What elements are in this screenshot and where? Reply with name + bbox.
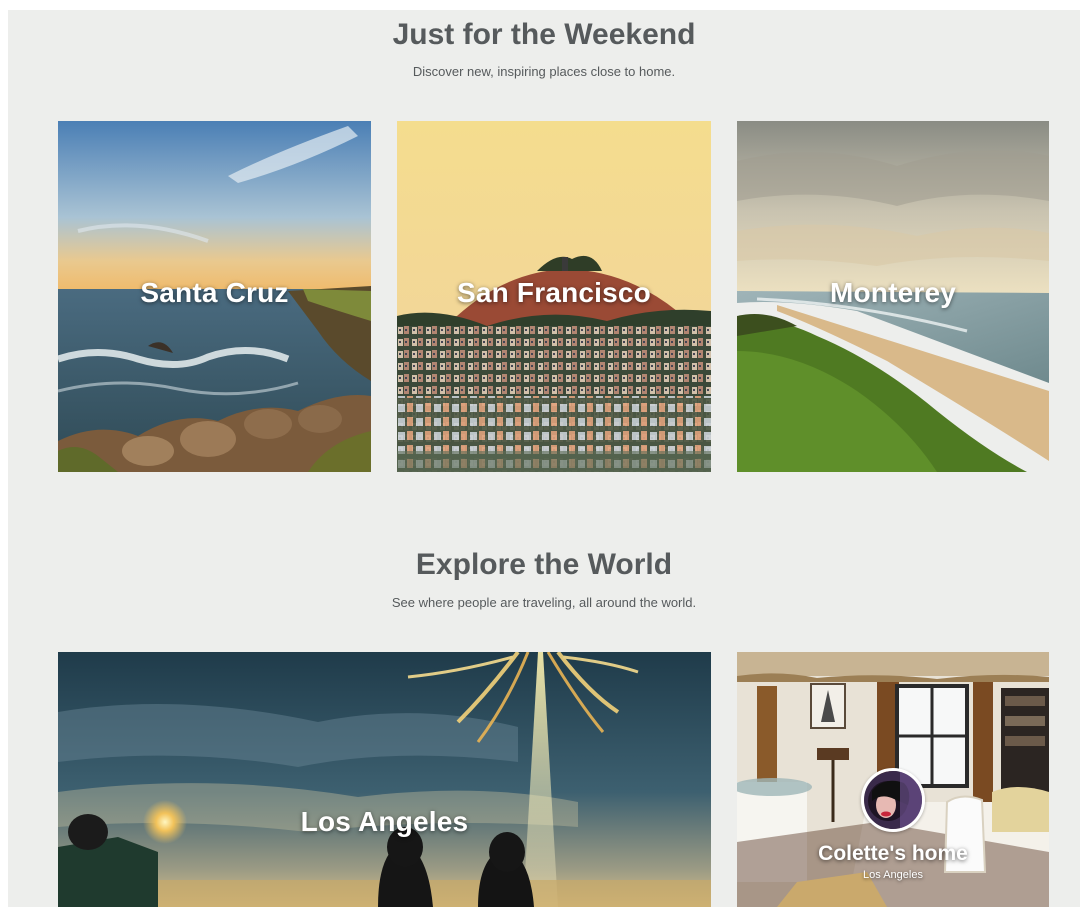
destination-label-santa-cruz: Santa Cruz bbox=[140, 277, 289, 308]
destination-label-monterey: Monterey bbox=[829, 277, 957, 308]
host-avatar-photo bbox=[864, 771, 922, 829]
los-angeles-photo bbox=[58, 652, 711, 907]
host-avatar[interactable] bbox=[861, 768, 925, 832]
destination-card-san-francisco[interactable]: San Francisco bbox=[397, 121, 711, 472]
destination-label-los-angeles: Los Angeles bbox=[300, 806, 469, 837]
section-subtitle-world: See where people are traveling, all arou… bbox=[391, 595, 697, 610]
destination-card-santa-cruz[interactable]: Santa Cruz bbox=[58, 121, 371, 472]
listing-location: Los Angeles bbox=[863, 869, 923, 881]
section-subtitle-weekend: Discover new, inspiring places close to … bbox=[412, 64, 676, 79]
listing-card-colettes-home[interactable]: Colette's home Los Angeles bbox=[737, 652, 1049, 907]
listing-title: Colette's home bbox=[818, 842, 968, 865]
page: Just for the Weekend Discover new, inspi… bbox=[8, 10, 1080, 907]
section-title-weekend: Just for the Weekend bbox=[392, 18, 696, 51]
destination-card-monterey[interactable]: Monterey bbox=[737, 121, 1049, 472]
section-title-world: Explore the World bbox=[415, 548, 673, 581]
destination-label-san-francisco: San Francisco bbox=[456, 277, 651, 308]
destination-card-los-angeles[interactable]: Los Angeles bbox=[58, 652, 711, 907]
